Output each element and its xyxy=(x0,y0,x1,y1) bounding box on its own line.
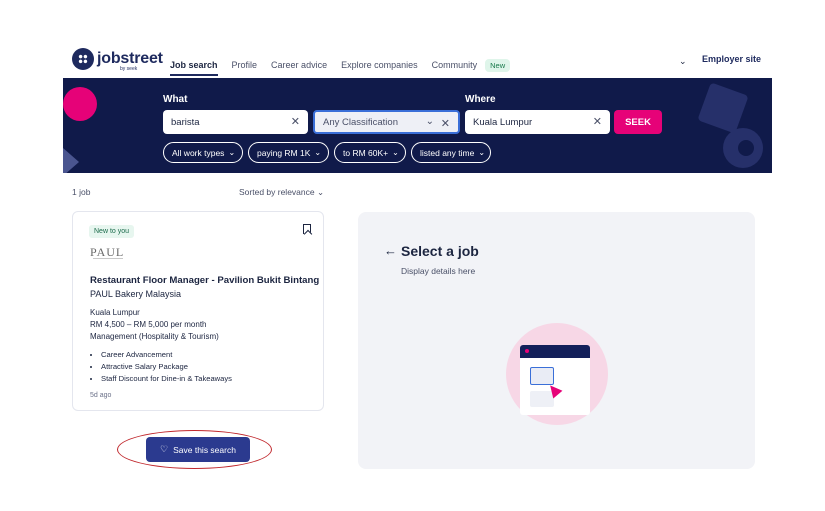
job-location[interactable]: Kuala Lumpur xyxy=(90,308,140,317)
filter-listed-time[interactable]: listed any time ⌄ xyxy=(411,142,491,163)
decorative-shape xyxy=(697,82,749,134)
new-badge: New xyxy=(485,58,511,72)
classification-placeholder: Any Classification xyxy=(323,116,398,128)
job-highlights: Career Advancement Attractive Salary Pac… xyxy=(101,350,232,386)
sort-label: Sorted by relevance xyxy=(239,187,315,197)
chevron-down-icon: ⌄ xyxy=(228,148,236,157)
panel-title: Select a job xyxy=(401,243,479,259)
save-search-button[interactable]: ♡ Save this search xyxy=(146,437,250,462)
top-navigation: jobstreet by seek Job search Profile Car… xyxy=(0,40,825,78)
chevron-down-icon: ⌄ xyxy=(314,148,322,157)
new-to-you-badge: New to you xyxy=(89,225,135,238)
filter-label: All work types xyxy=(172,147,225,158)
logo-text: jobstreet xyxy=(97,50,163,67)
panel-subtitle: Display details here xyxy=(401,266,476,276)
arrow-left-icon: ← xyxy=(384,243,397,258)
chevron-down-icon[interactable]: ⌄ xyxy=(426,116,434,127)
search-banner: What Where barista ✕ Any Classification … xyxy=(63,78,772,173)
filter-label: to RM 60K+ xyxy=(343,147,389,158)
bookmark-icon[interactable] xyxy=(303,224,311,234)
keyword-input[interactable]: barista ✕ xyxy=(163,110,308,134)
company-name[interactable]: PAUL Bakery Malaysia xyxy=(90,289,181,299)
filter-label: listed any time xyxy=(420,147,475,158)
illustration-card xyxy=(530,367,554,385)
decorative-shape xyxy=(738,140,754,156)
company-logo-underline xyxy=(93,258,123,259)
decorative-circle xyxy=(63,87,97,121)
clear-location-icon[interactable]: ✕ xyxy=(593,115,602,128)
what-label: What xyxy=(163,94,188,105)
posted-time: 5d ago xyxy=(90,392,112,399)
job-title[interactable]: Restaurant Floor Manager - Pavilion Buki… xyxy=(90,275,319,286)
nav-job-search[interactable]: Job search xyxy=(170,60,218,76)
filter-label: paying RM 1K xyxy=(257,147,311,158)
logo-subtext: by seek xyxy=(120,66,138,72)
job-detail-panel: ← Select a job Display details here xyxy=(358,212,755,469)
keyword-value: barista xyxy=(171,116,200,128)
employer-site-link[interactable]: Employer site xyxy=(702,54,761,64)
highlight-item: Attractive Salary Package xyxy=(101,362,232,371)
chevron-down-icon: ⌄ xyxy=(316,187,325,197)
sort-dropdown[interactable]: Sorted by relevance ⌄ xyxy=(239,187,324,198)
nav-community[interactable]: Community xyxy=(432,60,478,70)
nav-explore-companies[interactable]: Explore companies xyxy=(341,60,418,70)
location-value: Kuala Lumpur xyxy=(473,116,533,128)
job-salary: RM 4,500 – RM 5,000 per month xyxy=(90,320,207,329)
heart-icon: ♡ xyxy=(160,444,169,454)
save-search-label: Save this search xyxy=(173,444,236,455)
illustration-bar xyxy=(520,345,590,358)
filter-pay-to[interactable]: to RM 60K+ ⌄ xyxy=(334,142,406,163)
account-chevron-down-icon[interactable]: ⌄ xyxy=(679,56,687,67)
illustration-screen xyxy=(520,345,590,415)
clear-keyword-icon[interactable]: ✕ xyxy=(291,115,300,128)
jobstreet-logo-icon xyxy=(72,48,94,70)
filter-work-type[interactable]: All work types ⌄ xyxy=(163,142,243,163)
results-count: 1 job xyxy=(72,187,91,197)
illustration-dot xyxy=(525,349,529,353)
chevron-down-icon: ⌄ xyxy=(478,148,486,157)
highlight-item: Staff Discount for Dine-in & Takeaways xyxy=(101,374,232,383)
job-category[interactable]: Management (Hospitality & Tourism) xyxy=(90,332,219,341)
seek-button[interactable]: SEEK xyxy=(614,110,662,134)
main-nav: Job search Profile Career advice Explore… xyxy=(170,54,524,76)
chevron-down-icon: ⌄ xyxy=(392,148,399,157)
nav-profile[interactable]: Profile xyxy=(232,60,258,70)
highlight-item: Career Advancement xyxy=(101,350,232,359)
classification-select[interactable]: Any Classification ⌄ ✕ xyxy=(313,110,460,134)
clear-classification-icon[interactable]: ✕ xyxy=(441,117,450,130)
where-label: Where xyxy=(465,94,496,105)
jobstreet-logo[interactable]: jobstreet xyxy=(72,48,163,70)
decorative-triangle xyxy=(63,148,79,173)
location-input[interactable]: Kuala Lumpur ✕ xyxy=(465,110,610,134)
job-card[interactable]: New to you PAUL Restaurant Floor Manager… xyxy=(72,211,324,411)
nav-career-advice[interactable]: Career advice xyxy=(271,60,327,70)
filter-pay-from[interactable]: paying RM 1K ⌄ xyxy=(248,142,329,163)
